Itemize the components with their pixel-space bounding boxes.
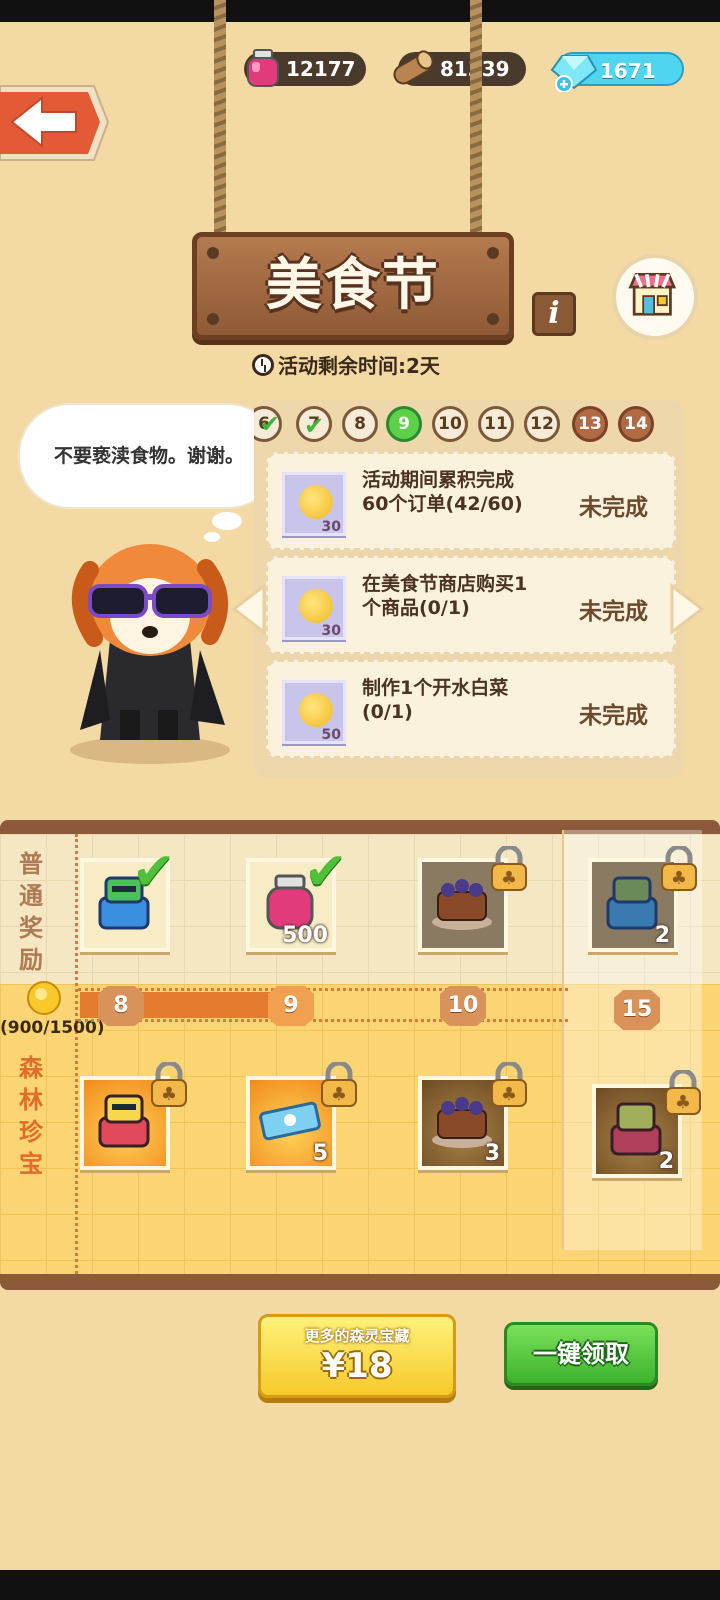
svg-text:♣: ♣: [675, 1092, 691, 1113]
svg-text:♣: ♣: [501, 868, 517, 889]
buy-price: ¥18: [321, 1346, 393, 1386]
coin-reward-icon: 30: [282, 472, 346, 536]
gem-value: 1671: [600, 59, 656, 83]
task-row: 30 活动期间累积完成60个订单(42/60) 未完成: [266, 452, 676, 550]
lock-icon: ♣: [665, 1070, 701, 1115]
chevron-left-icon: [231, 582, 266, 636]
lock-icon: ♣: [491, 846, 527, 891]
claim-all-button[interactable]: 一键领取: [504, 1322, 658, 1386]
ink-value: 12177: [286, 57, 356, 81]
tier-marker: 10: [440, 986, 486, 1026]
task-status: 未完成: [579, 703, 648, 729]
chevron-right-icon: [670, 582, 705, 636]
claimed-checkmark-icon: ✔: [304, 842, 348, 902]
task-description: 活动期间累积完成60个订单(42/60): [362, 469, 523, 515]
gem-icon: [550, 55, 598, 92]
clock-icon: [252, 353, 274, 376]
speech-text: 不要亵渎食物。谢谢。: [53, 445, 244, 467]
reward-qty: 500: [282, 923, 328, 948]
reward-qty: 30: [321, 519, 341, 535]
day-tab-14[interactable]: 14: [618, 406, 654, 442]
svg-text:♣: ♣: [501, 1084, 517, 1105]
lock-icon: ♣: [491, 1062, 527, 1107]
task-status: 未完成: [579, 599, 648, 625]
lock-icon: ♣: [151, 1062, 187, 1107]
prev-page-button[interactable]: [230, 582, 268, 636]
back-button[interactable]: [0, 82, 110, 164]
shop-icon: [628, 272, 677, 316]
coin-reward-icon: 50: [282, 680, 346, 744]
rope-right: [470, 0, 482, 236]
reward-qty: 30: [321, 623, 341, 639]
tier-marker: 15: [614, 990, 660, 1030]
dog-character: [70, 544, 230, 764]
rope-left: [214, 0, 226, 236]
day-tab-8[interactable]: 8: [342, 406, 378, 442]
lock-icon: ♣: [661, 846, 697, 891]
buy-treasure-button[interactable]: 更多的森灵宝藏 ¥18: [258, 1314, 456, 1398]
ink-counter: 12177: [244, 49, 366, 87]
wood-counter: 81339: [393, 50, 526, 86]
buy-subtitle: 更多的森灵宝藏: [304, 1327, 410, 1345]
svg-text:♣: ♣: [331, 1084, 347, 1105]
claimed-checkmark-icon: ✔: [132, 842, 176, 902]
gem-counter[interactable]: 1671: [550, 52, 684, 92]
ink-jar-icon: [247, 49, 279, 87]
normal-reward-label: 普通奖励: [19, 850, 43, 974]
status-bar: [0, 0, 720, 22]
day-tab-11[interactable]: 11: [478, 406, 514, 442]
day-tab-10[interactable]: 10: [432, 406, 468, 442]
task-description: 在美食节商店购买1个商品(0/1): [362, 573, 528, 619]
day-selector: 6 ✔ 7 ✔ 8 9 10 11 12 13 14: [254, 402, 684, 446]
day-tab-9[interactable]: 9: [386, 406, 422, 442]
reward-qty: 3: [484, 1141, 500, 1166]
timer-text: 活动剩余时间:2天: [278, 354, 440, 378]
svg-text:♣: ♣: [161, 1084, 177, 1105]
reward-qty: 2: [658, 1149, 674, 1174]
task-status: 未完成: [579, 495, 648, 521]
task-row: 50 制作1个开水白菜(0/1) 未完成: [266, 660, 676, 758]
tier-marker-current: 9: [268, 986, 314, 1026]
day-tab-12[interactable]: 12: [524, 406, 560, 442]
speech-bubble: 不要亵渎食物。谢谢。: [20, 405, 278, 507]
next-page-button[interactable]: [668, 582, 706, 636]
forest-reward-label: 森林珍宝: [19, 1054, 43, 1178]
event-timer: 活动剩余时间:2天: [252, 350, 440, 379]
reward-qty: 5: [312, 1141, 328, 1166]
shop-button[interactable]: [612, 254, 698, 340]
coin-progress-icon: [27, 981, 61, 1015]
tier-marker: 8: [98, 986, 144, 1026]
coin-reward-icon: 30: [282, 576, 346, 640]
navigation-bar: [0, 1570, 720, 1600]
task-description: 制作1个开水白菜(0/1): [362, 677, 509, 723]
task-row: 30 在美食节商店购买1个商品(0/1) 未完成: [266, 556, 676, 654]
day-tab-13[interactable]: 13: [572, 406, 608, 442]
checkmark-icon: ✔: [260, 410, 281, 438]
page-title: 美食节: [266, 253, 440, 318]
reward-qty: 50: [321, 727, 341, 743]
checkmark-icon: ✔: [304, 412, 325, 440]
info-button[interactable]: i: [532, 292, 576, 336]
reward-qty: 2: [654, 923, 670, 948]
wood-log-icon: [393, 50, 434, 85]
lock-icon: ♣: [321, 1062, 357, 1107]
event-title-sign: 美食节: [192, 232, 514, 340]
svg-text:♣: ♣: [671, 868, 687, 889]
